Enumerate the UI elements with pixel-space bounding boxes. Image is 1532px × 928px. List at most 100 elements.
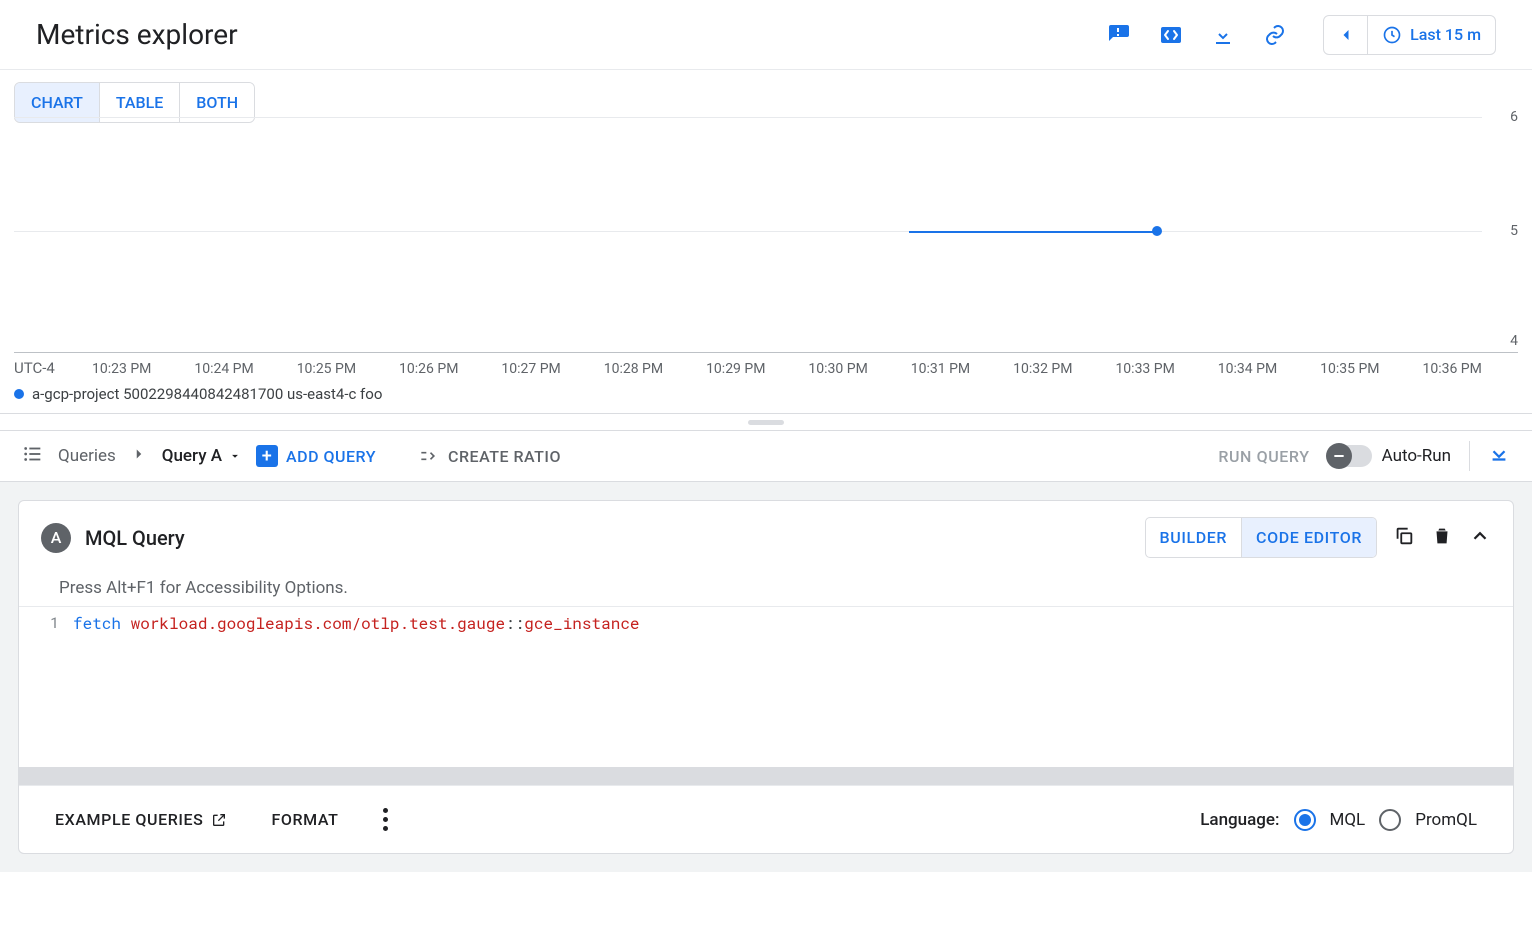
feedback-icon[interactable] [1107,23,1131,47]
query-name-label: Query A [162,446,222,466]
x-tick: 10:26 PM [399,361,458,377]
ratio-icon [418,446,438,466]
caret-down-icon [228,449,242,463]
switch-knob-icon [1326,443,1352,469]
query-panel-header-left: A MQL Query [41,523,185,553]
download-icon[interactable] [1211,23,1235,47]
gridline [14,117,1482,118]
line-number: 1 [19,607,73,767]
queries-bar: Queries Query A + ADD QUERY CREATE RATIO… [0,431,1532,482]
time-range-group: Last 15 m [1323,15,1496,55]
x-tick: 10:29 PM [706,361,765,377]
x-tick: 10:23 PM [92,361,151,377]
x-tick: 10:25 PM [297,361,356,377]
builder-mode-button[interactable]: BUILDER [1146,518,1242,557]
collapse-icon[interactable] [1469,525,1491,551]
editor-mode-group: BUILDER CODE EDITOR [1145,517,1377,558]
lang-mql-label: MQL [1330,810,1366,830]
x-tick: 10:24 PM [194,361,253,377]
create-ratio-button[interactable]: CREATE RATIO [418,446,561,466]
token-keyword: fetch [73,613,121,634]
time-back-button[interactable] [1324,16,1368,54]
lang-promql-label: PromQL [1415,810,1477,830]
queries-bar-left: Queries Query A + ADD QUERY CREATE RATIO [22,443,1198,469]
resize-handle[interactable] [0,413,1532,431]
x-tick: 10:30 PM [808,361,867,377]
language-label: Language: [1200,810,1279,830]
more-menu-icon[interactable] [383,808,388,831]
token-path: workload.googleapis.com/otlp.test.gauge [131,613,505,634]
create-ratio-label: CREATE RATIO [448,447,561,466]
accessibility-hint: Press Alt+F1 for Accessibility Options. [19,574,1513,606]
header-actions: Last 15 m [1107,15,1496,55]
chevron-right-icon [130,445,148,467]
x-tick: 10:28 PM [604,361,663,377]
delete-icon[interactable] [1431,525,1453,551]
example-queries-label: EXAMPLE QUERIES [55,810,203,829]
queries-bar-right: RUN QUERY Auto-Run [1218,441,1510,471]
token-operator: :: [505,613,524,634]
query-badge: A [41,523,71,553]
y-tick: 6 [1510,109,1518,125]
add-query-label: ADD QUERY [286,447,376,466]
gridline [14,231,1482,232]
time-range-label: Last 15 m [1410,25,1481,44]
y-tick: 5 [1510,223,1518,239]
query-panel: A MQL Query BUILDER CODE EDITOR Press [18,500,1514,854]
y-tick: 4 [1510,333,1518,349]
auto-run-label: Auto-Run [1382,446,1451,466]
x-tick: 10:36 PM [1422,361,1481,377]
query-panel-header: A MQL Query BUILDER CODE EDITOR [19,501,1513,574]
x-tick: 10:35 PM [1320,361,1379,377]
run-query-button[interactable]: RUN QUERY [1218,447,1309,466]
queries-list-icon[interactable] [22,443,44,469]
x-tick: 10:27 PM [501,361,560,377]
chart-legend[interactable]: a-gcp-project 5002298440842481700 us-eas… [14,381,1518,413]
query-panel-footer: EXAMPLE QUERIES FORMAT Language: MQL Pro… [19,785,1513,853]
editor-scroll-strip[interactable] [19,767,1513,785]
time-range-picker[interactable]: Last 15 m [1368,25,1495,45]
code-line[interactable]: fetch workload.googleapis.com/otlp.test.… [73,607,640,767]
grab-handle-icon [748,420,784,425]
chart-plot-area[interactable]: 6 5 4 [14,103,1518,353]
code-icon[interactable] [1159,23,1183,47]
token-resource: gce_instance [524,613,639,634]
query-panel-title: MQL Query [85,526,185,550]
footer-left: EXAMPLE QUERIES FORMAT [55,808,388,831]
x-ticks: 10:23 PM 10:24 PM 10:25 PM 10:26 PM 10:2… [92,361,1518,377]
copy-icon[interactable] [1393,525,1415,551]
code-editor[interactable]: 1 fetch workload.googleapis.com/otlp.tes… [19,607,1513,767]
x-axis: UTC-4 10:23 PM 10:24 PM 10:25 PM 10:26 P… [14,353,1518,381]
add-query-button[interactable]: + ADD QUERY [256,445,376,467]
series-point [1152,226,1162,236]
auto-run-toggle[interactable]: Auto-Run [1328,445,1451,467]
header: Metrics explorer Last 15 m [0,0,1532,70]
series-line [909,231,1157,233]
divider [1469,441,1470,471]
clock-icon [1382,25,1402,45]
x-tick: 10:32 PM [1013,361,1072,377]
query-panel-container: A MQL Query BUILDER CODE EDITOR Press [0,482,1532,872]
expand-down-button[interactable] [1488,443,1510,469]
radio-mql[interactable] [1294,809,1316,831]
footer-right: Language: MQL PromQL [1200,809,1477,831]
code-editor-mode-button[interactable]: CODE EDITOR [1241,518,1376,557]
queries-label: Queries [58,446,116,466]
x-tick: 10:31 PM [911,361,970,377]
legend-series-label: a-gcp-project 5002298440842481700 us-eas… [32,385,382,403]
plus-icon: + [256,445,278,467]
x-tick: 10:33 PM [1115,361,1174,377]
example-queries-button[interactable]: EXAMPLE QUERIES [55,810,227,829]
chart-container: 6 5 4 UTC-4 10:23 PM 10:24 PM 10:25 PM 1… [0,103,1532,413]
query-name-dropdown[interactable]: Query A [162,446,242,466]
switch-track [1328,445,1372,467]
link-icon[interactable] [1263,23,1287,47]
legend-dot-icon [14,389,24,399]
timezone-label: UTC-4 [14,359,92,377]
external-link-icon [211,812,227,828]
x-tick: 10:34 PM [1218,361,1277,377]
radio-promql[interactable] [1379,809,1401,831]
query-panel-header-right: BUILDER CODE EDITOR [1145,517,1491,558]
page-title: Metrics explorer [36,18,238,51]
format-button[interactable]: FORMAT [271,810,338,829]
